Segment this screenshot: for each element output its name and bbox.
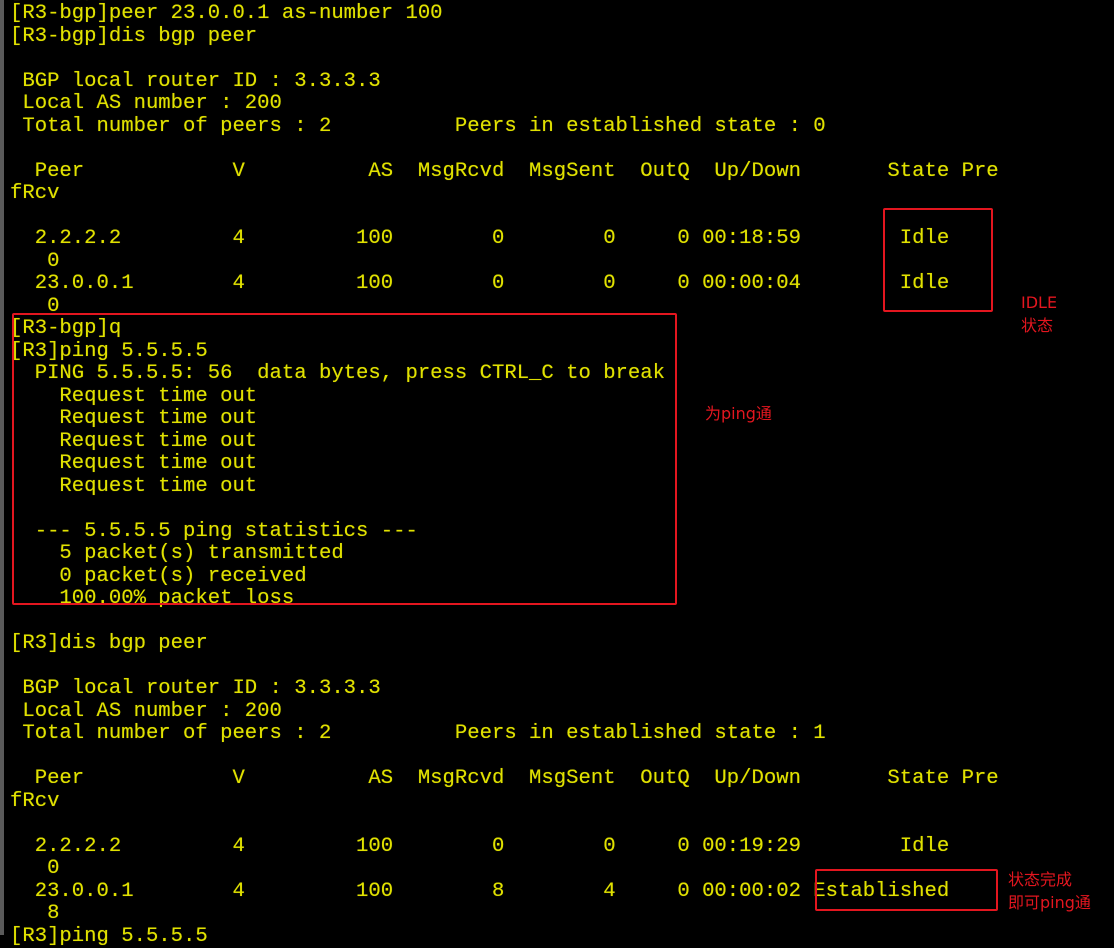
terminal-line: [R3]ping 5.5.5.5	[10, 924, 208, 948]
terminal-line: 23.0.0.1 4 100 8 4 0 00:00:02 Establishe…	[10, 879, 950, 903]
annotation-idle-label: IDLE	[1021, 293, 1058, 312]
window-left-border	[0, 0, 4, 935]
terminal-line: [R3-bgp]q	[10, 317, 122, 340]
terminal-line: 100.00% packet loss	[10, 587, 295, 610]
terminal-line: 0	[10, 294, 60, 318]
terminal-line: Peer V AS MsgRcvd MsgSent OutQ Up/Down S…	[10, 159, 999, 183]
terminal-line: 5 packet(s) transmitted	[10, 542, 344, 565]
annotation-state-complete: 状态完成	[1008, 870, 1073, 889]
terminal-line: Request time out	[10, 429, 258, 453]
terminal-line: PING 5.5.5.5: 56 data bytes, press CTRL_…	[10, 362, 665, 385]
terminal-line: [R3]dis bgp peer	[10, 632, 208, 655]
terminal-line: Request time out	[10, 407, 258, 430]
terminal-line: Local AS number : 200	[10, 699, 282, 723]
terminal-line: [R3-bgp]peer 23.0.0.1 as-number 100	[10, 2, 443, 25]
terminal-line: Request time out	[10, 452, 258, 475]
annotation-ping-failed: 为ping通	[705, 404, 772, 423]
terminal-line: fRcv	[10, 182, 60, 205]
annotation-can-ping: 即可ping通	[1008, 893, 1091, 912]
terminal-line: [R3-bgp]dis bgp peer	[10, 24, 258, 48]
terminal-line: 0	[10, 857, 60, 880]
terminal-line: 2.2.2.2 4 100 0 0 0 00:18:59 Idle	[10, 227, 950, 250]
terminal-output[interactable]: [R3-bgp][R3-bgp]peer 23.0.0.1 as-number …	[10, 0, 1110, 947]
terminal-line: Request time out	[10, 384, 258, 408]
terminal-line: fRcv	[10, 789, 60, 813]
terminal-line: 23.0.0.1 4 100 0 0 0 00:00:04 Idle	[10, 272, 950, 295]
terminal-line: Local AS number : 200	[10, 92, 282, 115]
terminal-line: Total number of peers : 2 Peers in estab…	[10, 722, 826, 745]
terminal-line: Total number of peers : 2 Peers in estab…	[10, 114, 826, 138]
terminal-line: BGP local router ID : 3.3.3.3	[10, 677, 381, 700]
terminal-line: [R3]ping 5.5.5.5	[10, 339, 208, 363]
terminal-line: --- 5.5.5.5 ping statistics ---	[10, 519, 418, 543]
terminal-line: 0 packet(s) received	[10, 564, 307, 588]
terminal-line: BGP local router ID : 3.3.3.3	[10, 69, 381, 93]
terminal-line: Peer V AS MsgRcvd MsgSent OutQ Up/Down S…	[10, 767, 999, 790]
terminal-line: 8	[10, 902, 60, 925]
terminal-line: 0	[10, 249, 60, 273]
annotation-state-label: 状态	[1021, 316, 1054, 335]
terminal-line: Request time out	[10, 474, 258, 498]
terminal-line: 2.2.2.2 4 100 0 0 0 00:19:29 Idle	[10, 834, 950, 858]
